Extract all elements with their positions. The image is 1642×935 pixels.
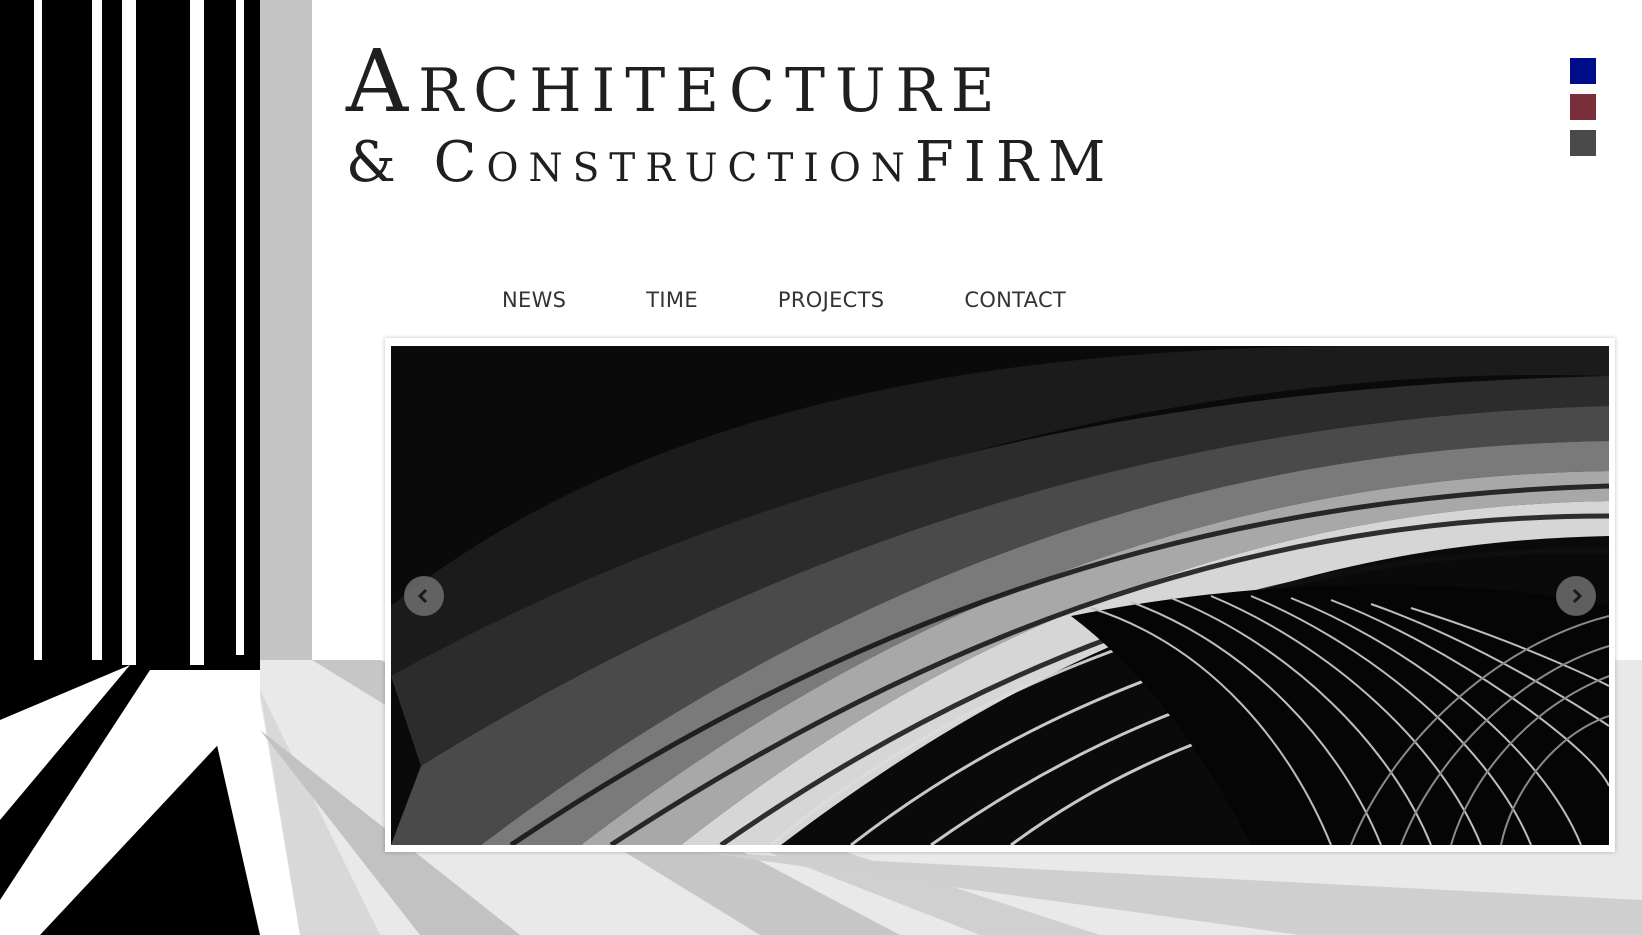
slider-next-button[interactable]: [1556, 576, 1596, 616]
slider-image: [391, 346, 1609, 845]
main-nav: NEWS TIME PROJECTS CONTACT: [502, 288, 1066, 312]
site-title-line2: & ConstructionFIRM: [346, 130, 1116, 195]
slider-prev-button[interactable]: [404, 576, 444, 616]
swatch-charcoal[interactable]: [1570, 130, 1596, 156]
nav-item-contact[interactable]: CONTACT: [964, 288, 1066, 312]
chevron-right-icon: [1572, 588, 1583, 604]
nav-item-projects[interactable]: PROJECTS: [778, 288, 884, 312]
nav-item-news[interactable]: NEWS: [502, 288, 566, 312]
swatch-maroon[interactable]: [1570, 94, 1596, 120]
image-slider: [385, 338, 1615, 852]
nav-item-time[interactable]: TIME: [646, 288, 698, 312]
site-title: Architecture & ConstructionFIRM: [346, 32, 1115, 198]
site-title-line1: Architecture: [346, 32, 1005, 132]
swatch-navy[interactable]: [1570, 58, 1596, 84]
chevron-left-icon: [417, 588, 428, 604]
color-swatches: [1570, 58, 1596, 166]
